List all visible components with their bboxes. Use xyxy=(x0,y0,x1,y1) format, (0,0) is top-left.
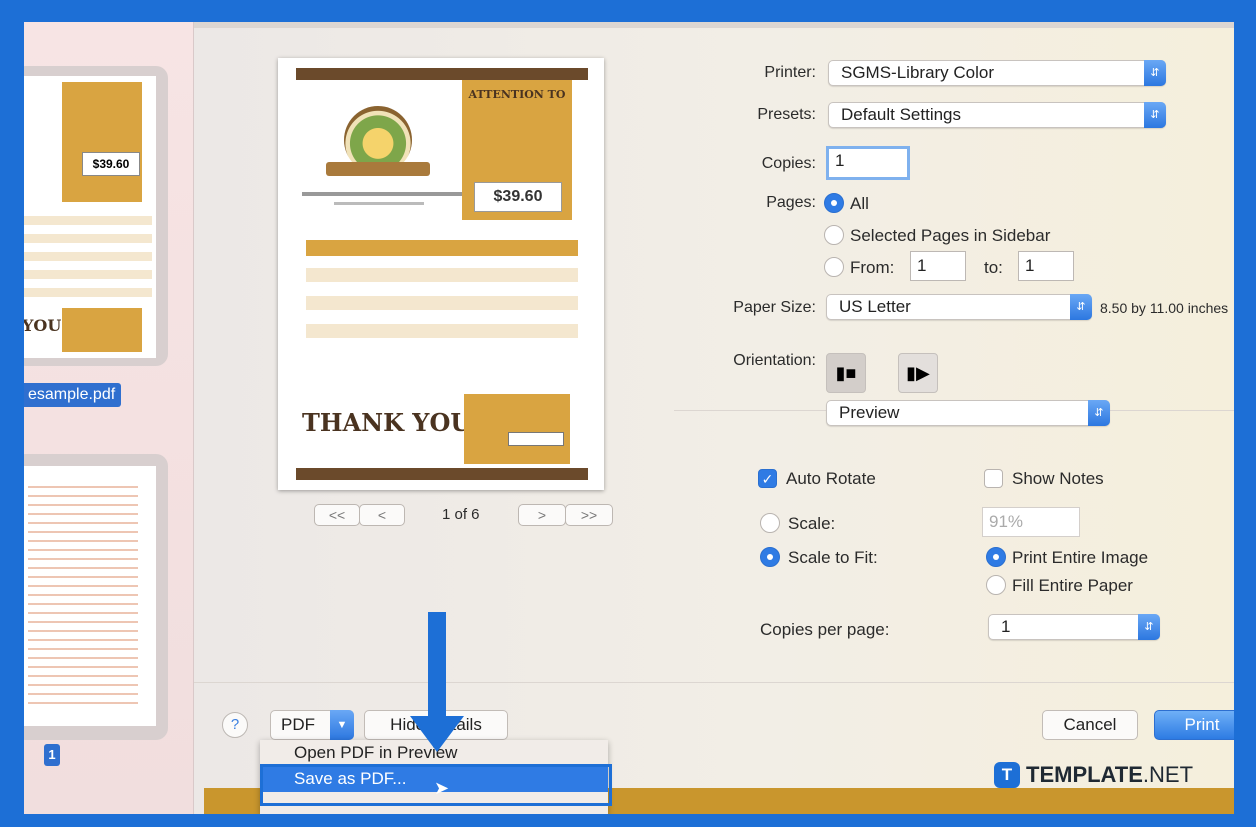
copies-label: Copies: xyxy=(761,155,816,172)
copies-per-page-select[interactable]: 1 ⇵ xyxy=(988,614,1160,640)
show-notes-label: Show Notes xyxy=(1012,469,1104,488)
presets-value: Default Settings xyxy=(841,105,962,124)
paper-size-dimensions: 8.50 by 11.00 inches xyxy=(1100,300,1229,316)
print-button[interactable]: Print xyxy=(1154,710,1234,740)
chevron-updown-icon: ⇵ xyxy=(1088,400,1110,426)
section-select[interactable]: Preview ⇵ xyxy=(826,400,1110,426)
next-page-button[interactable]: > xyxy=(518,504,566,526)
orientation-label: Orientation: xyxy=(733,352,816,369)
template-logo-icon: T xyxy=(994,762,1020,788)
thumbnail-card-1[interactable]: $39.60 YOU xyxy=(24,66,168,366)
section-value: Preview xyxy=(839,403,900,422)
callout-arrow-shaft xyxy=(428,612,446,720)
invoice-attention-heading: ATTENTION TO xyxy=(468,88,566,101)
footer-divider xyxy=(194,682,1234,683)
last-page-button[interactable]: >> xyxy=(565,504,613,526)
cancel-button[interactable]: Cancel xyxy=(1042,710,1138,740)
chevron-updown-icon: ⇵ xyxy=(1144,60,1166,86)
sidebar-page-badge: 1 xyxy=(44,744,60,766)
watermark-brand-bold: TEMPLATE xyxy=(1026,762,1143,787)
pages-all-label: All xyxy=(850,194,869,213)
scale-to-fit-radio[interactable] xyxy=(760,547,780,567)
page-indicator: 1 of 6 xyxy=(442,506,480,523)
pages-to-input[interactable]: 1 xyxy=(1018,251,1074,281)
callout-arrow-icon xyxy=(410,716,464,752)
landscape-icon: ▮▶ xyxy=(906,363,930,383)
auto-rotate-checkbox[interactable]: ✓ xyxy=(758,469,777,488)
pages-from-label: From: xyxy=(850,258,895,277)
show-notes-checkbox[interactable] xyxy=(984,469,1003,488)
pages-from-radio[interactable] xyxy=(824,257,844,277)
pages-from-input[interactable]: 1 xyxy=(910,251,966,281)
pages-to-label: to: xyxy=(984,258,1003,277)
preview-navigation: << < 1 of 6 > >> xyxy=(194,504,624,526)
pdf-menu-button[interactable]: PDF ▼ xyxy=(270,710,354,740)
print-dialog: ATTENTION TO $39.60 THANK YOU << < 1 of … xyxy=(194,22,1234,814)
paper-size-value: US Letter xyxy=(839,297,911,316)
dialog-top-strip xyxy=(194,22,1234,28)
scale-label: Scale: xyxy=(788,514,836,533)
printer-value: SGMS-Library Color xyxy=(841,63,995,82)
printer-select[interactable]: SGMS-Library Color ⇵ xyxy=(828,60,1166,86)
mouse-cursor-icon: ➤ xyxy=(434,778,450,798)
auto-rotate-label: Auto Rotate xyxy=(786,469,876,488)
chevron-down-icon: ▼ xyxy=(330,710,354,740)
print-entire-image-label: Print Entire Image xyxy=(1012,548,1149,567)
paper-size-select[interactable]: US Letter ⇵ xyxy=(826,294,1092,320)
fill-entire-paper-label: Fill Entire Paper xyxy=(1012,576,1133,595)
portrait-icon: ▮■ xyxy=(835,363,857,383)
pages-label: Pages: xyxy=(766,194,816,211)
first-page-button[interactable]: << xyxy=(314,504,360,526)
printer-label: Printer: xyxy=(764,64,816,81)
thumbnail-sidebar: $39.60 YOU esample.pdf 1 xyxy=(24,22,194,814)
paper-size-label: Paper Size: xyxy=(733,299,816,316)
portrait-orientation-button[interactable]: ▮■ xyxy=(826,353,866,393)
print-entire-image-radio[interactable] xyxy=(986,547,1006,567)
copies-input[interactable]: 1 xyxy=(826,146,910,180)
invoice-thank-you: THANK YOU xyxy=(302,408,472,437)
invoice-amount: $39.60 xyxy=(474,182,562,212)
sidebar-filename[interactable]: esample.pdf xyxy=(24,383,122,407)
thumbnail-card-2[interactable] xyxy=(24,454,168,740)
copies-per-page-label: Copies per page: xyxy=(760,620,890,639)
previous-page-button[interactable]: < xyxy=(359,504,405,526)
fill-entire-paper-radio[interactable] xyxy=(986,575,1006,595)
template-net-watermark: T TEMPLATE .NET xyxy=(994,762,1193,788)
screenshot-frame: $39.60 YOU esample.pdf 1 ATTENTION TO $3… xyxy=(24,22,1234,814)
presets-label: Presets: xyxy=(757,106,816,123)
help-button[interactable]: ? xyxy=(222,712,248,738)
pages-all-radio[interactable] xyxy=(824,193,844,213)
presets-select[interactable]: Default Settings ⇵ xyxy=(828,102,1166,128)
pdf-button-label: PDF xyxy=(281,715,315,734)
pages-selected-radio[interactable] xyxy=(824,225,844,245)
chevron-updown-icon: ⇵ xyxy=(1138,614,1160,640)
pages-selected-label: Selected Pages in Sidebar xyxy=(850,226,1051,245)
landscape-orientation-button[interactable]: ▮▶ xyxy=(898,353,938,393)
chevron-updown-icon: ⇵ xyxy=(1144,102,1166,128)
chevron-updown-icon: ⇵ xyxy=(1070,294,1092,320)
thumb-amount: $39.60 xyxy=(82,152,140,176)
scale-input[interactable]: 91% xyxy=(982,507,1080,537)
copies-per-page-value: 1 xyxy=(1001,617,1011,636)
scale-radio[interactable] xyxy=(760,513,780,533)
scale-to-fit-label: Scale to Fit: xyxy=(788,548,878,567)
watermark-brand-light: .NET xyxy=(1142,762,1194,787)
print-preview-page: ATTENTION TO $39.60 THANK YOU xyxy=(278,58,604,490)
